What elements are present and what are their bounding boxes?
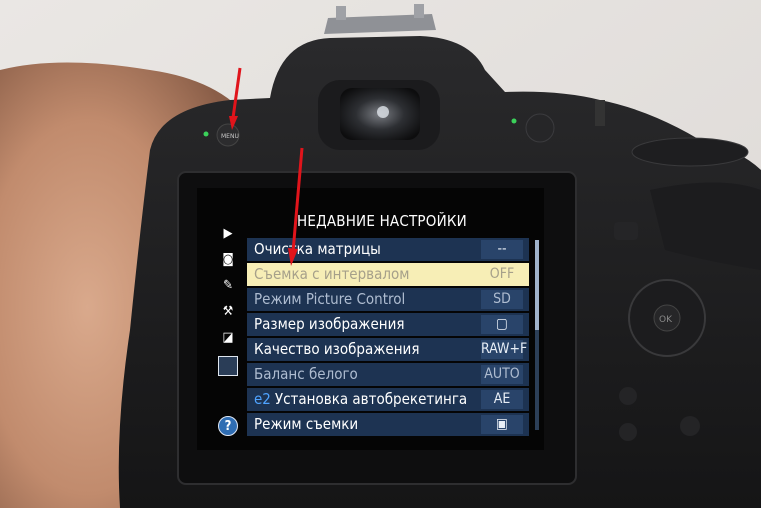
menu-item-interval-shooting[interactable]: Съемка с интервалом OFF	[247, 263, 529, 288]
ae-lock-button[interactable]	[525, 113, 555, 143]
delete-button[interactable]	[680, 416, 700, 436]
menu-item-image-quality[interactable]: Качество изображения RAW+F	[247, 338, 529, 363]
help-icon[interactable]: ?	[218, 416, 238, 436]
zoom-out-button[interactable]	[619, 423, 637, 441]
retouch-icon[interactable]: ◪	[218, 328, 238, 348]
menu-item-sensor-cleaning[interactable]: Очистка матрицы --	[247, 238, 529, 263]
menu-item-picture-control[interactable]: Режим Picture Control SD	[247, 288, 529, 313]
zoom-in-button[interactable]	[619, 387, 637, 405]
playback-button[interactable]	[614, 222, 638, 240]
command-dial[interactable]	[631, 137, 749, 167]
menu-title: НЕДАВНИЕ НАСТРОЙКИ	[297, 212, 467, 230]
scrollbar-thumb[interactable]	[535, 240, 539, 330]
menu-button-label: MENU	[221, 133, 239, 140]
menu-item-white-balance[interactable]: Баланс белого AUTO	[247, 363, 529, 388]
wrench-icon[interactable]: ⚒	[218, 302, 238, 322]
menu-item-auto-bracketing[interactable]: e2 Установка автобрекетинга AE	[247, 388, 529, 413]
pencil-icon[interactable]: ✎	[218, 276, 238, 296]
recent-settings-icon[interactable]	[218, 356, 238, 376]
menu-item-image-size[interactable]: Размер изображения ▢	[247, 313, 529, 338]
menu-item-release-mode[interactable]: Режим съемки ▣	[247, 413, 529, 438]
camera-icon[interactable]: ◙	[218, 250, 238, 270]
custom-setting-code: e2	[254, 390, 271, 408]
svg-text:OK: OK	[659, 315, 673, 325]
playback-icon[interactable]: ▶	[218, 224, 238, 244]
lcd-screen: НЕДАВНИЕ НАСТРОЙКИ ▶ ◙ ✎ ⚒ ◪ ? Очистка м…	[197, 188, 544, 450]
menu-sidebar: ▶ ◙ ✎ ⚒ ◪ ?	[215, 218, 241, 440]
